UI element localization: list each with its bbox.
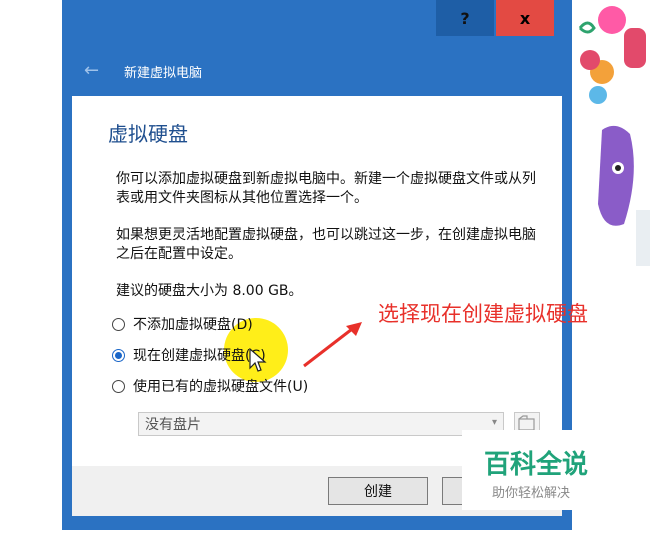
option-create-disk[interactable]: 现在创建虚拟硬盘(C) bbox=[112, 344, 266, 366]
recommended-size-text: 建议的硬盘大小为 8.00 GB。 bbox=[116, 283, 303, 299]
chevron-down-icon: ▾ bbox=[491, 417, 497, 428]
select-value: 没有盘片 bbox=[145, 417, 201, 433]
option-label: 现在创建虚拟硬盘(C) bbox=[133, 348, 266, 364]
disk-file-select[interactable]: 没有盘片 ▾ bbox=[138, 412, 504, 436]
annotation-text: 选择现在创建虚拟硬盘 bbox=[378, 302, 588, 326]
option-label: 不添加虚拟硬盘(D) bbox=[133, 317, 253, 333]
screenshot: ? x ← 新建虚拟电脑 虚拟硬盘 你可以添加虚拟硬盘到新虚拟电脑中。新建一个虚… bbox=[0, 0, 650, 533]
watermark-subtitle: 助你轻松解决 bbox=[492, 486, 571, 501]
option-use-existing[interactable]: 使用已有的虚拟硬盘文件(U) bbox=[112, 375, 308, 397]
wizard-title: 新建虚拟电脑 bbox=[124, 66, 203, 81]
create-button[interactable]: 创建 bbox=[328, 477, 428, 505]
description-paragraph-2: 如果想更灵活地配置虚拟硬盘，也可以跳过这一步，在创建虚拟电脑之后在配置中设定。 bbox=[116, 227, 536, 262]
watermark-title: 百科全说 bbox=[484, 450, 589, 480]
wizard-header: ← 新建虚拟电脑 bbox=[62, 54, 572, 88]
watermark: 百科全说 助你轻松解决 bbox=[462, 430, 626, 510]
help-button[interactable]: ? bbox=[436, 0, 494, 36]
radio-button-selected[interactable] bbox=[112, 348, 125, 362]
option-label: 使用已有的虚拟硬盘文件(U) bbox=[133, 379, 309, 395]
back-arrow-icon[interactable]: ← bbox=[84, 60, 99, 81]
option-no-disk[interactable]: 不添加虚拟硬盘(D) bbox=[112, 313, 253, 335]
mouse-cursor-icon bbox=[249, 348, 267, 372]
wizard-page: 虚拟硬盘 你可以添加虚拟硬盘到新虚拟电脑中。新建一个虚拟硬盘文件或从列表或用文件… bbox=[72, 96, 562, 466]
page-title: 虚拟硬盘 bbox=[108, 122, 188, 146]
description-paragraph: 你可以添加虚拟硬盘到新虚拟电脑中。新建一个虚拟硬盘文件或从列表或用文件夹图标从其… bbox=[116, 171, 536, 206]
radio-button[interactable] bbox=[112, 317, 125, 331]
annotation-arrow-icon bbox=[303, 322, 362, 368]
radio-button[interactable] bbox=[112, 379, 125, 393]
title-bar: ? x bbox=[62, 0, 572, 40]
background-illustration bbox=[578, 6, 650, 266]
close-button[interactable]: x bbox=[496, 0, 554, 36]
